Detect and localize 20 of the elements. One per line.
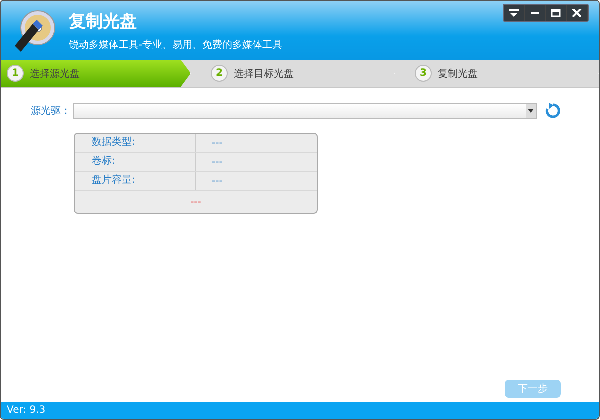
step-label: 选择源光盘	[30, 68, 80, 80]
caret-icon	[526, 104, 536, 118]
step-number: 1	[7, 65, 24, 82]
window-subtitle: 锐动多媒体工具-专业、易用、免费的多媒体工具	[69, 38, 283, 52]
status-text: ---	[190, 196, 202, 208]
source-drive-label: 源光驱：	[31, 104, 72, 118]
step-number: 2	[211, 65, 228, 82]
info-value: ---	[211, 176, 223, 186]
step-label: 复制光盘	[438, 68, 478, 80]
version-text: Ver: 9.3	[7, 405, 46, 416]
refresh-icon[interactable]	[545, 103, 561, 119]
info-value: ---	[211, 138, 223, 148]
step-number: 3	[415, 65, 432, 82]
step-label: 选择目标光盘	[234, 68, 294, 80]
info-label: 数据类型:	[75, 134, 196, 152]
step-tab[interactable]: 1 选择源光盘	[1, 60, 191, 87]
window-title: 复制光盘	[69, 10, 138, 32]
info-label: 卷标:	[75, 153, 196, 171]
info-label: 盘片容量:	[75, 172, 196, 190]
info-value: ---	[211, 156, 223, 168]
